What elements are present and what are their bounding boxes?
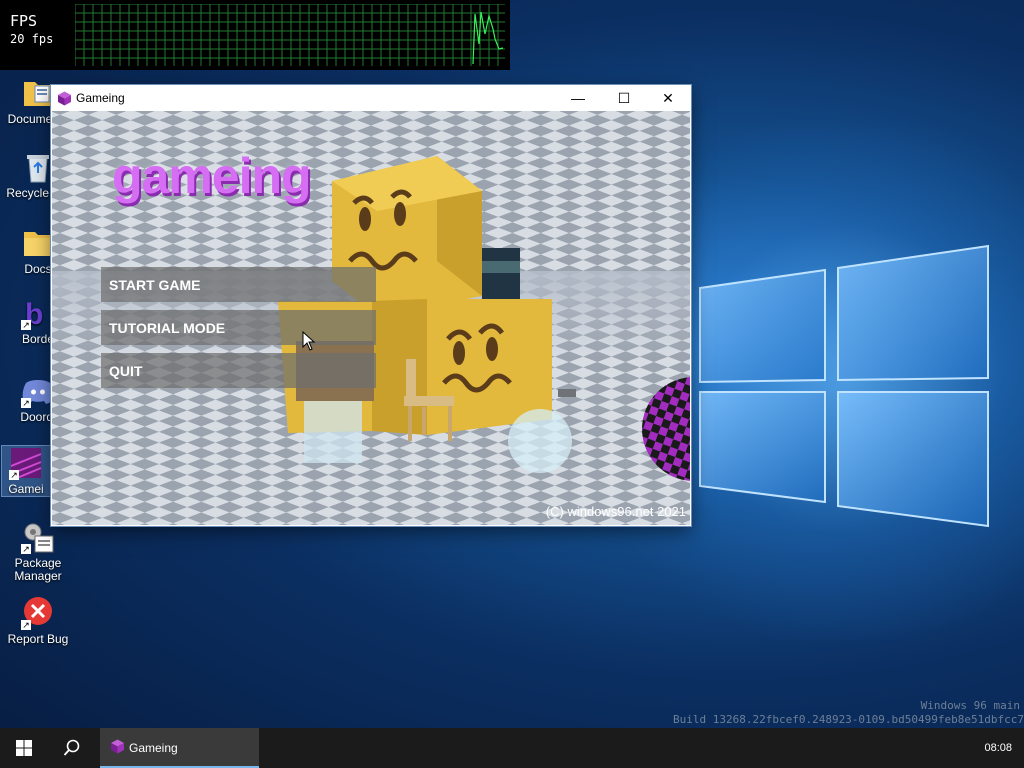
mouse-cursor-icon — [302, 331, 316, 351]
copyright-text: (C) windows96.net 2021 — [545, 504, 686, 519]
desktop-icon-gameing[interactable]: ↗ Gamei — [1, 445, 51, 497]
game-window[interactable]: Gameing — ☐ ✕ gameing START GAME TUTORIA… — [51, 85, 691, 526]
report-bug-icon: ↗ — [21, 596, 55, 630]
windows-start-icon — [16, 740, 32, 756]
desktop-icon-label: Package Manager — [14, 556, 62, 583]
search-button[interactable] — [48, 728, 96, 768]
recycle-bin-icon — [21, 150, 55, 184]
shortcut-arrow-icon: ↗ — [21, 320, 31, 330]
game-icon: ↗ — [9, 446, 43, 480]
fps-value: 20 fps — [10, 32, 54, 46]
window-titlebar[interactable]: Gameing — ☐ ✕ — [51, 85, 691, 111]
windows-logo-wallpaper — [699, 244, 989, 528]
shortcut-arrow-icon: ↗ — [21, 398, 31, 408]
maximize-button[interactable]: ☐ — [601, 85, 647, 111]
minimize-button[interactable]: — — [555, 85, 601, 111]
folder-icon — [21, 226, 55, 260]
build-info-line1: Windows 96 main — [920, 699, 1020, 712]
app-shortcut-icon: b ↗ — [21, 296, 55, 331]
taskbar-clock[interactable]: 08:08 — [984, 742, 1012, 754]
taskbar: Gameing 08:08 — [0, 728, 1024, 768]
game-viewport[interactable]: gameing START GAME TUTORIAL MODE QUIT (C… — [52, 111, 690, 525]
start-game-button[interactable]: START GAME — [101, 267, 376, 302]
game-logo-title: gameing — [112, 148, 312, 204]
game-cube-icon — [58, 91, 71, 106]
taskbar-item-gameing[interactable]: Gameing — [100, 728, 259, 768]
game-cube-icon — [111, 739, 124, 754]
fps-label: FPS — [10, 12, 38, 30]
package-manager-icon: ↗ — [21, 520, 55, 554]
quit-button[interactable]: QUIT — [101, 353, 376, 388]
desktop-icon-package-manager[interactable]: ↗ Package Manager — [0, 520, 76, 583]
window-title: Gameing — [76, 91, 125, 105]
search-icon — [63, 739, 80, 756]
build-info-line2: Build 13268.22fbcef0.248923-0109.bd50499… — [673, 713, 1024, 726]
shortcut-arrow-icon: ↗ — [21, 544, 31, 554]
close-button[interactable]: ✕ — [645, 85, 691, 111]
start-button[interactable] — [0, 728, 48, 768]
desktop-icon-label: Gamei — [8, 482, 44, 496]
desktop-icon-report-bug[interactable]: ↗ Report Bug — [0, 596, 76, 646]
fps-monitor: FPS 20 fps — [0, 0, 510, 70]
shortcut-arrow-icon: ↗ — [9, 470, 19, 480]
discord-icon: ↗ — [21, 374, 55, 408]
desktop-icon-label: Report Bug — [7, 632, 69, 646]
tutorial-mode-button[interactable]: TUTORIAL MODE — [101, 310, 376, 345]
shortcut-arrow-icon: ↗ — [21, 620, 31, 630]
folder-document-icon — [21, 76, 55, 110]
taskbar-item-label: Gameing — [129, 741, 178, 755]
fps-graph — [75, 4, 505, 66]
